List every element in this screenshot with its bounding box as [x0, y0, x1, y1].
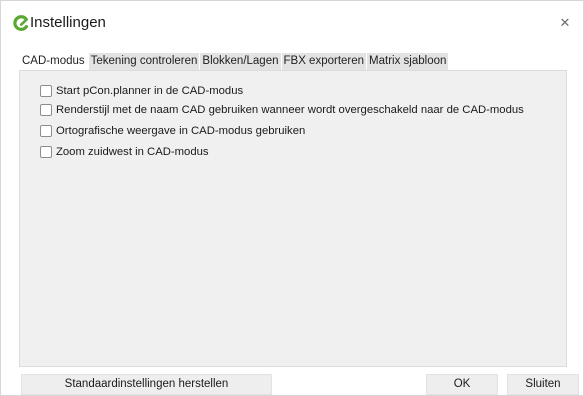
ok-button[interactable]: OK — [426, 374, 498, 395]
sluiten-button[interactable]: Sluiten — [507, 374, 579, 395]
tab-panel-cad-modus: Start pCon.planner in de CAD-modus Rende… — [19, 70, 567, 367]
window-title: Instellingen — [30, 14, 106, 31]
option-label: Zoom zuidwest in CAD-modus — [56, 146, 209, 158]
close-button[interactable]: ✕ — [555, 13, 575, 33]
option-orthographic-view[interactable]: Ortografische weergave in CAD-modus gebr… — [40, 124, 305, 138]
option-zoom-southwest[interactable]: Zoom zuidwest in CAD-modus — [40, 145, 209, 159]
option-label: Start pCon.planner in de CAD-modus — [56, 85, 244, 97]
close-icon: ✕ — [559, 15, 571, 30]
tab-tekening-controleren[interactable]: Tekening controleren — [88, 53, 200, 70]
zoom-southwest-checkbox[interactable] — [40, 146, 52, 158]
tab-cad-modus[interactable]: CAD-modus — [19, 53, 88, 70]
start-cad-mode-checkbox[interactable] — [40, 85, 52, 97]
tab-matrix-sjabloon[interactable]: Matrix sjabloon — [367, 53, 449, 70]
tab-fbx-exporteren[interactable]: FBX exporteren — [281, 53, 367, 70]
option-start-cad-mode[interactable]: Start pCon.planner in de CAD-modus — [40, 84, 243, 98]
option-label: Ortografische weergave in CAD-modus gebr… — [56, 125, 306, 137]
settings-dialog: Instellingen ✕ CAD-modus Tekening contro… — [0, 0, 584, 396]
option-cad-render-style[interactable]: Renderstijl met de naam CAD gebruiken wa… — [40, 103, 524, 117]
tab-bar: CAD-modus Tekening controleren Blokken/L… — [19, 53, 449, 70]
option-label: Renderstijl met de naam CAD gebruiken wa… — [56, 104, 524, 116]
tab-blokken-lagen[interactable]: Blokken/Lagen — [200, 53, 281, 70]
title-bar: Instellingen ✕ — [1, 1, 583, 43]
restore-defaults-button[interactable]: Standaardinstellingen herstellen — [21, 374, 272, 395]
orthographic-view-checkbox[interactable] — [40, 125, 52, 137]
pcon-logo-icon — [13, 15, 28, 31]
cad-render-style-checkbox[interactable] — [40, 104, 52, 116]
